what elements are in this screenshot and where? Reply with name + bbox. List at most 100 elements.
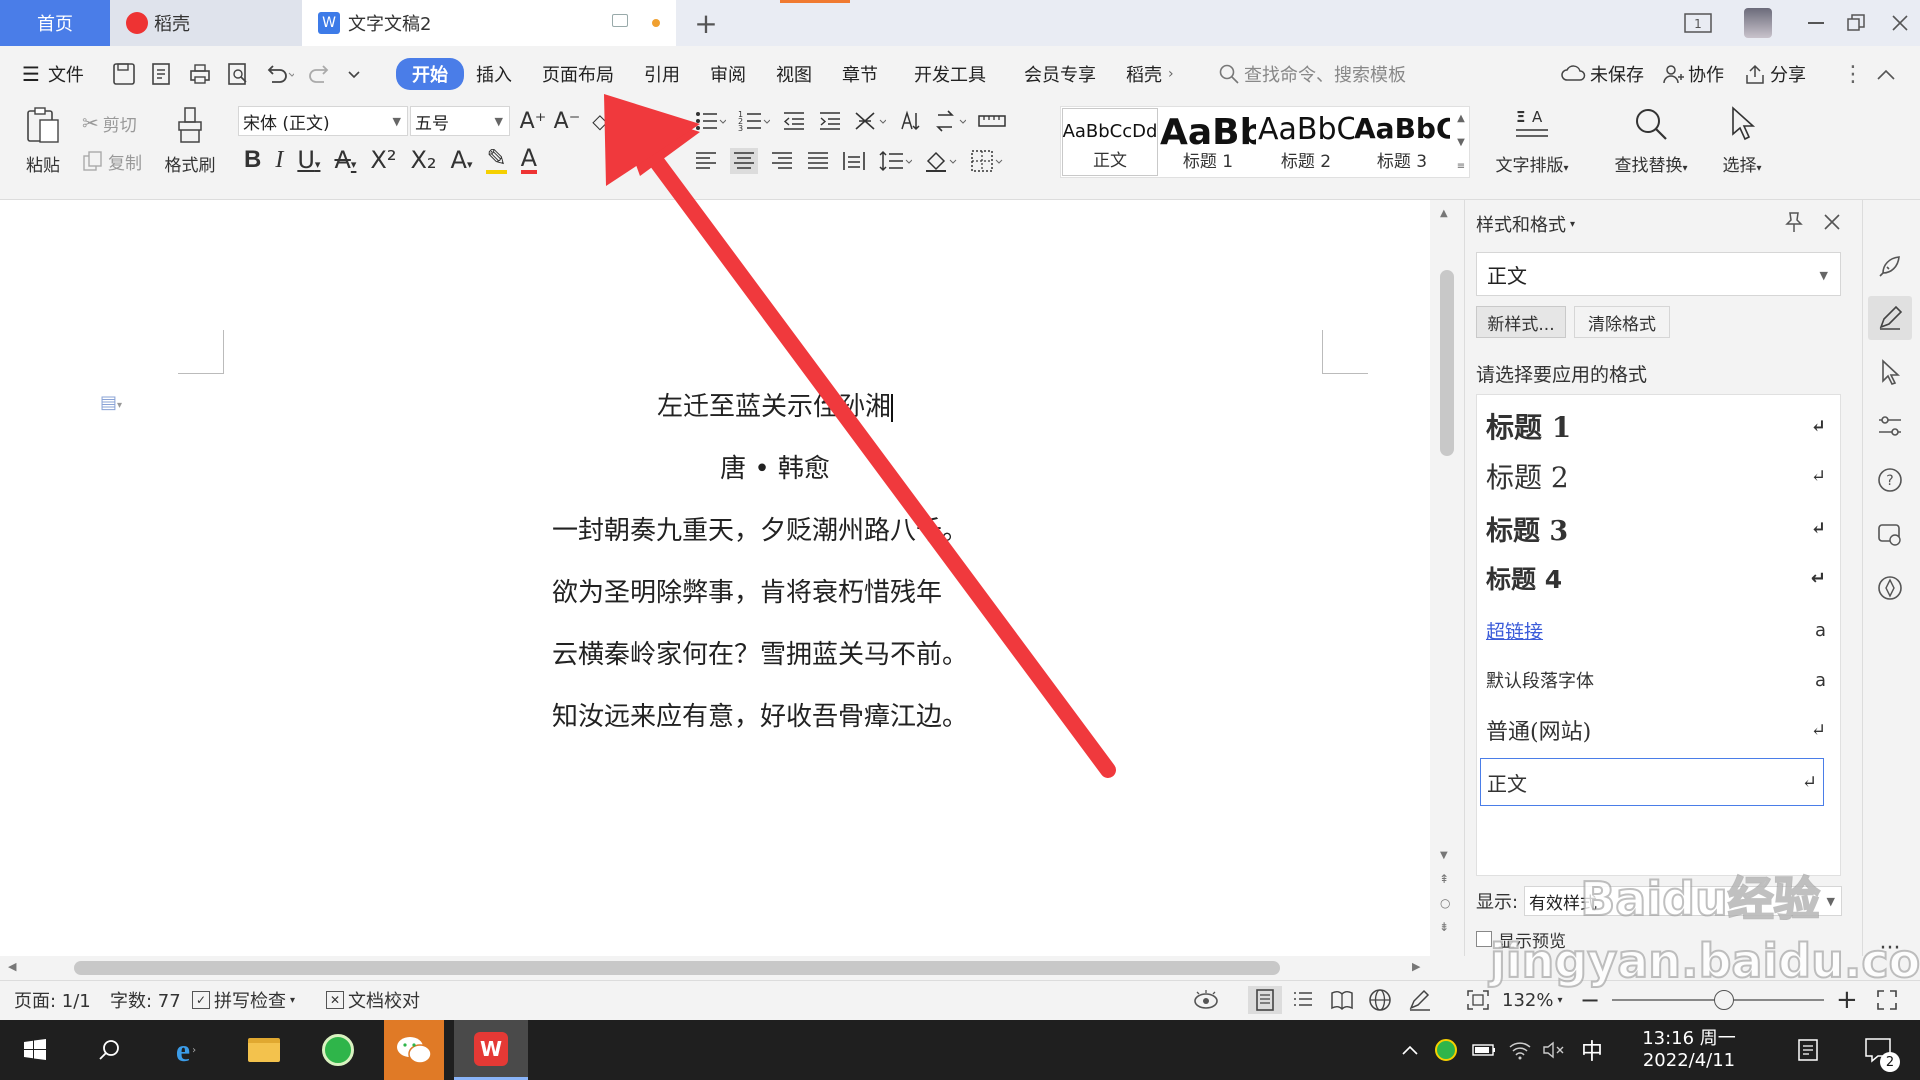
prev-page-icon[interactable]: ⇞ bbox=[1439, 872, 1449, 886]
font-size-select[interactable]: 五号 ▼ bbox=[410, 106, 510, 136]
tab-insert[interactable]: 插入 bbox=[476, 58, 512, 90]
ruler-icon[interactable] bbox=[978, 109, 1006, 133]
page-indicator[interactable]: 页面: 1/1 bbox=[14, 986, 91, 1014]
zoom-level[interactable]: 132% ▾ bbox=[1502, 986, 1563, 1014]
doc-verse-line-1[interactable]: 一封朝奏九重天，夕贬潮州路八千。 bbox=[552, 510, 1202, 547]
zoom-out-icon[interactable]: − bbox=[1580, 986, 1600, 1014]
text-direction-icon[interactable] bbox=[934, 109, 966, 133]
horizontal-scrollbar[interactable]: ◀ ▶ bbox=[0, 956, 1430, 980]
tab-review[interactable]: 审阅 bbox=[710, 58, 746, 90]
tab-member[interactable]: 会员专享 bbox=[1024, 58, 1096, 90]
italic-icon[interactable]: I bbox=[275, 147, 283, 174]
redo-icon[interactable] bbox=[308, 62, 332, 86]
hscroll-thumb[interactable] bbox=[74, 961, 1280, 975]
close-icon[interactable] bbox=[1820, 210, 1848, 238]
styles-pen-icon[interactable] bbox=[1868, 296, 1912, 340]
collaborate-button[interactable]: 协作 bbox=[1662, 58, 1724, 90]
style-item-heading-2[interactable]: 标题 2 ↵ bbox=[1486, 454, 1826, 498]
chinese-layout-icon[interactable] bbox=[854, 109, 886, 133]
preview-checkbox-row[interactable]: 显示预览 bbox=[1476, 926, 1566, 952]
share-button[interactable]: 分享 bbox=[1744, 58, 1806, 90]
fit-page-icon[interactable] bbox=[1466, 986, 1490, 1014]
style-heading-1[interactable]: AaBb 标题 1 bbox=[1160, 108, 1256, 176]
bold-icon[interactable]: B bbox=[244, 146, 261, 174]
preview-checkbox[interactable] bbox=[1476, 931, 1492, 947]
doc-title-line[interactable]: 左迁至蓝关示侄孙湘 bbox=[500, 386, 1050, 423]
tab-start[interactable]: 开始 bbox=[396, 58, 464, 90]
notification-center-icon[interactable]: 2 bbox=[1854, 1020, 1904, 1080]
proofread-button[interactable]: ✕ 文档校对 bbox=[326, 986, 420, 1014]
highlight-icon[interactable]: ✎ bbox=[486, 146, 507, 174]
distribute-icon[interactable] bbox=[842, 149, 866, 173]
customize-dropdown-icon[interactable] bbox=[346, 62, 362, 86]
web-view-icon[interactable] bbox=[1368, 986, 1392, 1014]
more-icon[interactable]: ⋮ bbox=[1842, 58, 1864, 90]
wechat-icon[interactable] bbox=[384, 1020, 444, 1080]
unsaved-status-button[interactable]: 未保存 bbox=[1560, 58, 1644, 90]
tab-reference[interactable]: 引用 bbox=[644, 58, 680, 90]
browser-360-icon[interactable] bbox=[310, 1020, 366, 1080]
underline-icon[interactable]: U▾ bbox=[297, 146, 320, 174]
tray-app-icon[interactable] bbox=[1430, 1020, 1462, 1080]
chevron-down-icon[interactable]: ▼ bbox=[1457, 137, 1465, 148]
tab-home[interactable]: 首页 bbox=[0, 0, 110, 46]
style-item-hyperlink[interactable]: 超链接 a bbox=[1486, 608, 1826, 652]
rocket-icon[interactable] bbox=[1868, 244, 1912, 288]
reading-view-icon[interactable] bbox=[1330, 986, 1354, 1014]
zoom-in-icon[interactable]: + bbox=[1836, 985, 1858, 1015]
pin-icon[interactable] bbox=[1782, 210, 1810, 238]
line-spacing-icon[interactable] bbox=[878, 149, 912, 173]
word-count[interactable]: 字数: 77 bbox=[110, 986, 181, 1014]
text-layout-button[interactable]: ΞA 文字排版▾ bbox=[1492, 106, 1572, 176]
decrease-indent-icon[interactable] bbox=[782, 109, 806, 133]
vertical-scrollbar[interactable]: ▲ ▼ ⇞ ○ ⇟ bbox=[1430, 200, 1464, 956]
eye-protection-icon[interactable] bbox=[1192, 986, 1220, 1014]
tab-document[interactable]: W 文字文稿2 bbox=[302, 0, 676, 46]
help-icon[interactable]: ? bbox=[1868, 458, 1912, 502]
volume-icon[interactable] bbox=[1538, 1020, 1570, 1080]
command-search[interactable]: 查找命令、搜索模板 bbox=[1218, 58, 1406, 90]
numbered-list-icon[interactable]: 123 bbox=[738, 109, 770, 133]
show-filter-select[interactable]: 有效样式 ▼ bbox=[1524, 886, 1842, 916]
clock[interactable]: 13:16 周一 2022/4/11 bbox=[1614, 1020, 1764, 1080]
copy-button[interactable]: 复制 bbox=[82, 148, 142, 174]
style-item-heading-3[interactable]: 标题 3 ↵ bbox=[1486, 506, 1826, 550]
ie-browser-icon[interactable]: e › bbox=[158, 1020, 214, 1080]
grow-font-icon[interactable]: A⁺ bbox=[518, 106, 548, 136]
tab-daoke-resources[interactable]: 稻壳 › bbox=[1126, 58, 1174, 90]
scroll-thumb[interactable] bbox=[1440, 270, 1454, 456]
battery-icon[interactable] bbox=[1468, 1020, 1500, 1080]
tab-developer[interactable]: 开发工具 bbox=[914, 58, 986, 90]
increase-indent-icon[interactable] bbox=[818, 109, 842, 133]
file-explorer-icon[interactable] bbox=[236, 1020, 292, 1080]
spell-check-button[interactable]: ✓ 拼写检查 ▾ bbox=[192, 986, 295, 1014]
format-painter-button[interactable]: 格式刷 bbox=[160, 106, 220, 176]
style-item-normal-selected[interactable]: 正文 ↵ bbox=[1480, 758, 1824, 806]
write-mode-icon[interactable] bbox=[1408, 986, 1432, 1014]
more-options-icon[interactable]: ··· bbox=[1868, 926, 1912, 970]
image-translate-icon[interactable] bbox=[1868, 512, 1912, 556]
zoom-slider-thumb[interactable] bbox=[1714, 990, 1734, 1010]
restore-icon[interactable] bbox=[1838, 8, 1874, 38]
tray-chevron-up-icon[interactable] bbox=[1396, 1020, 1424, 1080]
clear-format-icon[interactable]: ◇ bbox=[590, 106, 610, 136]
scroll-right-icon[interactable]: ▶ bbox=[1412, 960, 1420, 973]
wps-taskbar-icon[interactable]: W bbox=[454, 1020, 528, 1080]
select-cursor-icon[interactable] bbox=[1868, 350, 1912, 394]
doc-verse-line-4[interactable]: 知汝远来应有意，好收吾骨瘴江边。 bbox=[552, 696, 1202, 733]
collapse-ribbon-icon[interactable] bbox=[1876, 58, 1896, 90]
minimize-icon[interactable] bbox=[1798, 8, 1834, 38]
font-family-select[interactable]: 宋体 (正文) ▼ bbox=[238, 106, 408, 136]
compass-icon[interactable] bbox=[1868, 566, 1912, 610]
style-heading-3[interactable]: AaBbC 标题 3 bbox=[1354, 108, 1450, 176]
style-gallery-scroll[interactable]: ▲ ▼ ≡ bbox=[1452, 106, 1470, 178]
taskbar-search-icon[interactable] bbox=[84, 1020, 134, 1080]
style-item-heading-4[interactable]: 标题 4 ↵ bbox=[1486, 556, 1826, 600]
notes-icon[interactable] bbox=[1786, 1020, 1830, 1080]
file-menu[interactable]: ☰ 文件 bbox=[22, 58, 84, 90]
chevron-up-icon[interactable]: ▲ bbox=[1457, 113, 1465, 124]
borders-icon[interactable] bbox=[970, 149, 1004, 173]
scroll-left-icon[interactable]: ◀ bbox=[8, 960, 16, 973]
next-page-icon[interactable]: ⇟ bbox=[1439, 920, 1449, 934]
scroll-up-icon[interactable]: ▲ bbox=[1440, 208, 1448, 219]
